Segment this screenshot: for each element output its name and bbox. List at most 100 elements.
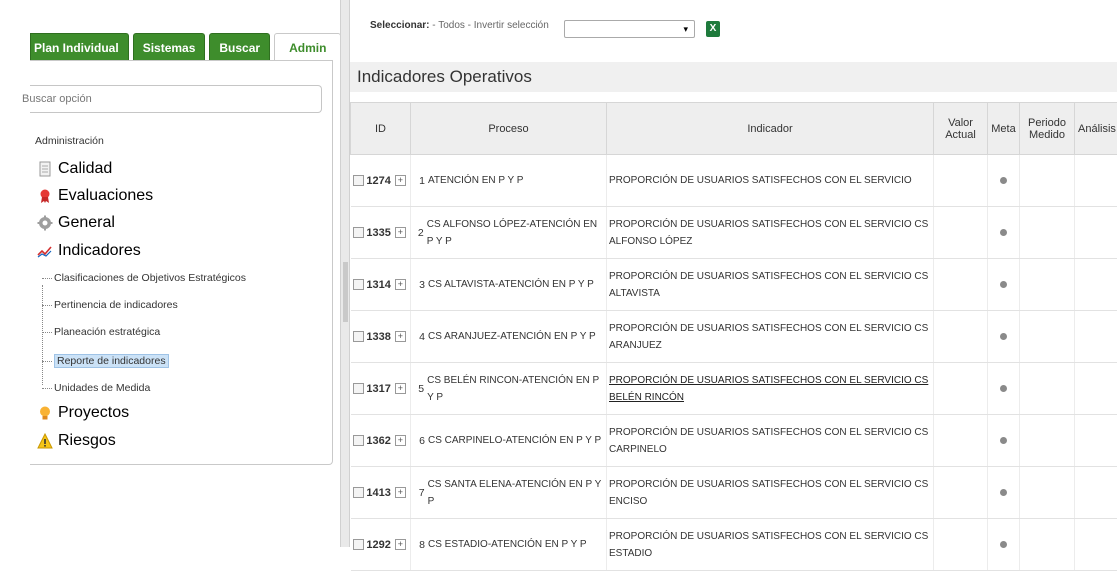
tree-item-calidad[interactable]: Calidad: [37, 160, 112, 178]
chart-line-icon: [37, 243, 53, 259]
row-indicador: PROPORCIÓN DE USUARIOS SATISFECHOS CON E…: [609, 323, 928, 351]
status-dot-icon: [1000, 177, 1007, 184]
row-checkbox[interactable]: [353, 279, 364, 290]
tab-sistemas[interactable]: Sistemas: [133, 33, 206, 61]
row-checkbox[interactable]: [353, 227, 364, 238]
panel-splitter[interactable]: [340, 0, 350, 547]
expand-icon[interactable]: +: [395, 435, 406, 446]
row-indicador: PROPORCIÓN DE USUARIOS SATISFECHOS CON E…: [609, 219, 928, 247]
table-row[interactable]: 1335+2CS ALFONSO LÓPEZ-ATENCIÓN EN P Y P…: [351, 207, 1117, 259]
expand-icon[interactable]: +: [395, 383, 406, 394]
tree-subitem-pertinencia[interactable]: Pertinencia de indicadores: [42, 296, 178, 314]
expand-icon[interactable]: +: [395, 487, 406, 498]
row-id: 1338: [366, 331, 390, 343]
table-row[interactable]: 1274 +1ATENCIÓN EN P Y P PROPORCIÓN DE USU…: [351, 155, 1117, 207]
row-indicador: PROPORCIÓN DE USUARIOS SATISFECHOS CON E…: [609, 271, 928, 299]
column-header-proceso[interactable]: Proceso: [411, 103, 607, 155]
status-dot-icon: [1000, 281, 1007, 288]
row-number: 1: [413, 175, 425, 187]
row-checkbox[interactable]: [353, 175, 364, 186]
row-id: 1413: [366, 487, 390, 499]
tree-item-general[interactable]: General: [37, 214, 115, 232]
row-proceso: ATENCIÓN EN P Y P: [428, 172, 523, 189]
column-header-meta[interactable]: Meta: [988, 103, 1020, 155]
expand-icon[interactable]: +: [395, 279, 406, 290]
row-checkbox[interactable]: [353, 435, 364, 446]
chevron-down-icon: ▾: [683, 24, 688, 34]
tree-item-label: Proyectos: [58, 404, 129, 422]
tab-plan-individual[interactable]: Plan Individual: [30, 33, 129, 61]
filter-dropdown[interactable]: ▾: [564, 20, 695, 38]
table-body: 1274 +1ATENCIÓN EN P Y P PROPORCIÓN DE USU…: [351, 155, 1117, 571]
column-header-periodo-medido[interactable]: Periodo Medido: [1020, 103, 1075, 155]
search-option-placeholder: Buscar opción: [22, 86, 321, 112]
tree-item-label: Indicadores: [58, 242, 141, 260]
tree-item-label: Calidad: [58, 160, 112, 178]
column-header-indicador[interactable]: Indicador: [607, 103, 934, 155]
row-proceso: CS ESTADIO-ATENCIÓN EN P Y P: [428, 536, 587, 553]
table-row[interactable]: 1413 +7CS SANTA ELENA-ATENCIÓN EN P Y PPR…: [351, 467, 1117, 519]
select-label: Seleccionar:: [370, 20, 429, 31]
lightbulb-icon: [37, 405, 53, 421]
row-checkbox[interactable]: [353, 539, 364, 550]
row-proceso: CS SANTA ELENA-ATENCIÓN EN P Y P: [428, 476, 604, 510]
expand-icon[interactable]: +: [395, 227, 406, 238]
row-number: 7: [413, 487, 425, 499]
splitter-grip[interactable]: [343, 262, 348, 322]
tree-subitem-reporte[interactable]: Reporte de indicadores: [42, 352, 169, 370]
tree-item-proyectos[interactable]: Proyectos: [37, 404, 129, 422]
row-id: 1314: [366, 279, 390, 291]
row-checkbox[interactable]: [353, 487, 364, 498]
tree-subitem-clasificaciones[interactable]: Clasificaciones de Objetivos Estratégico…: [42, 269, 246, 287]
column-header-valor-actual[interactable]: Valor Actual: [934, 103, 988, 155]
warning-icon: [37, 433, 53, 449]
row-id: 1362: [366, 435, 390, 447]
status-dot-icon: [1000, 229, 1007, 236]
tree-subitem-unidades[interactable]: Unidades de Medida: [42, 379, 150, 397]
expand-icon[interactable]: +: [395, 539, 406, 550]
row-id: 1274: [366, 175, 390, 187]
tab-buscar[interactable]: Buscar: [209, 33, 270, 61]
gear-icon: [37, 215, 53, 231]
search-option-input[interactable]: Buscar opción: [30, 85, 322, 113]
status-dot-icon: [1000, 541, 1007, 548]
row-id: 1317: [366, 383, 390, 395]
column-header-id[interactable]: ID: [351, 103, 411, 155]
excel-export-icon[interactable]: X: [706, 21, 720, 37]
row-number: 2: [413, 227, 424, 239]
tree-item-evaluaciones[interactable]: Evaluaciones: [37, 187, 153, 205]
row-proceso: CS BELÉN RINCON-ATENCIÓN EN P Y P: [427, 372, 604, 406]
row-checkbox[interactable]: [353, 383, 364, 394]
nav-tabs: Plan Individual Sistemas Buscar Admin: [30, 33, 345, 61]
row-proceso: CS ARANJUEZ-ATENCIÓN EN P Y P: [428, 328, 596, 345]
expand-icon[interactable]: +: [395, 331, 406, 342]
tree-root-label[interactable]: Administración: [35, 135, 104, 147]
tree-subitem-planeacion[interactable]: Planeación estratégica: [42, 323, 160, 341]
table-header-row: ID Proceso Indicador Valor Actual Meta P…: [351, 103, 1117, 155]
row-indicador: PROPORCIÓN DE USUARIOS SATISFECHOS CON E…: [609, 175, 912, 186]
status-dot-icon: [1000, 385, 1007, 392]
navigation-panel: Plan Individual Sistemas Buscar Admin Bu…: [0, 0, 340, 547]
table-row[interactable]: 1314+3CS ALTAVISTA-ATENCIÓN EN P Y PPROP…: [351, 259, 1117, 311]
tree-item-label: Riesgos: [58, 432, 116, 450]
tree-item-label: Evaluaciones: [58, 187, 153, 205]
tree-item-indicadores[interactable]: Indicadores: [37, 242, 141, 260]
table-row[interactable]: 1362+6CS CARPINELO-ATENCIÓN EN P Y PPROP…: [351, 415, 1117, 467]
tab-admin[interactable]: Admin: [274, 33, 341, 61]
row-proceso: CS CARPINELO-ATENCIÓN EN P Y P: [428, 432, 601, 449]
row-id: 1292: [366, 539, 390, 551]
row-proceso: CS ALTAVISTA-ATENCIÓN EN P Y P: [428, 276, 594, 293]
expand-icon[interactable]: +: [395, 175, 406, 186]
row-indicador[interactable]: PROPORCIÓN DE USUARIOS SATISFECHOS CON E…: [609, 375, 928, 403]
document-icon: [37, 161, 53, 177]
column-header-analisis[interactable]: Análisis: [1075, 103, 1117, 155]
table-row[interactable]: 1317 +5CS BELÉN RINCON-ATENCIÓN EN P Y PP…: [351, 363, 1117, 415]
tree-item-riesgos[interactable]: Riesgos: [37, 432, 116, 450]
table-row[interactable]: 1338+4CS ARANJUEZ-ATENCIÓN EN P Y PPROPO…: [351, 311, 1117, 363]
row-number: 5: [413, 383, 424, 395]
row-indicador: PROPORCIÓN DE USUARIOS SATISFECHOS CON E…: [609, 479, 928, 507]
row-checkbox[interactable]: [353, 331, 364, 342]
table-row[interactable]: 1292+8CS ESTADIO-ATENCIÓN EN P Y PPROPOR…: [351, 519, 1117, 571]
row-indicador: PROPORCIÓN DE USUARIOS SATISFECHOS CON E…: [609, 531, 928, 559]
select-options-links[interactable]: - Todos - Invertir selección: [432, 20, 549, 31]
